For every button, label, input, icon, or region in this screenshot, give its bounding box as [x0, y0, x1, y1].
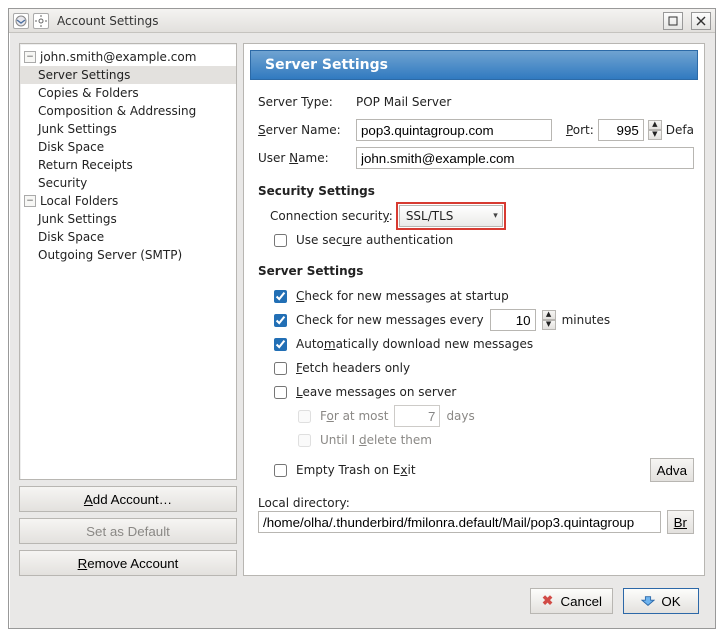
secure-auth-checkbox[interactable]: [274, 234, 287, 247]
tree-item-local-junk[interactable]: Junk Settings: [20, 210, 236, 228]
user-name-input[interactable]: [356, 147, 694, 169]
close-button[interactable]: [691, 12, 711, 30]
for-at-most-checkbox: [298, 410, 311, 423]
until-delete-checkbox: [298, 434, 311, 447]
server-type-label: Server Type:: [258, 95, 350, 109]
server-name-input[interactable]: [356, 119, 552, 141]
accounts-sidebar: − john.smith@example.com Server Settings…: [19, 43, 237, 576]
collapse-icon[interactable]: −: [24, 51, 36, 63]
dialog-button-row: ✖ Cancel OK: [19, 584, 705, 618]
check-interval-input[interactable]: [490, 309, 536, 331]
tree-item-security[interactable]: Security: [20, 174, 236, 192]
tree-item-copies-folders[interactable]: Copies & Folders: [20, 84, 236, 102]
tree-item-server-settings[interactable]: Server Settings: [20, 66, 236, 84]
tree-item-disk-space[interactable]: Disk Space: [20, 138, 236, 156]
interval-down-button[interactable]: ▼: [542, 320, 556, 330]
empty-trash-label: Empty Trash on Exit: [296, 463, 416, 477]
account-settings-window: Account Settings − john.smith@example.co…: [8, 8, 716, 629]
remove-account-button[interactable]: Remove Account: [19, 550, 237, 576]
for-at-most-label-post: days: [446, 409, 474, 423]
ok-button[interactable]: OK: [623, 588, 699, 614]
connection-security-select[interactable]: SSL/TLS ▾: [399, 205, 503, 227]
tree-item-local-disk[interactable]: Disk Space: [20, 228, 236, 246]
port-label: Port:: [566, 123, 594, 137]
auto-download-checkbox[interactable]: [274, 338, 287, 351]
server-settings-heading: Server Settings: [258, 264, 694, 278]
app-icon: [13, 13, 29, 29]
account-node[interactable]: − john.smith@example.com: [20, 48, 236, 66]
connection-security-label: Connection security:: [270, 209, 393, 223]
collapse-icon[interactable]: −: [24, 195, 36, 207]
titlebar: Account Settings: [9, 9, 715, 33]
fetch-headers-checkbox[interactable]: [274, 362, 287, 375]
tree-item-return-receipts[interactable]: Return Receipts: [20, 156, 236, 174]
local-directory-input[interactable]: [258, 511, 661, 533]
check-interval-label-pre: Check for new messages every: [296, 313, 484, 327]
browse-button[interactable]: Br: [667, 510, 694, 534]
cancel-icon: ✖: [541, 594, 555, 608]
secure-auth-label: Use secure authentication: [296, 233, 453, 247]
interval-up-button[interactable]: ▲: [542, 310, 556, 320]
interval-spinner[interactable]: ▲ ▼: [542, 310, 556, 330]
port-up-button[interactable]: ▲: [648, 120, 662, 130]
check-interval-label-post: minutes: [562, 313, 611, 327]
ok-icon: [641, 594, 655, 608]
tree-item-outgoing-smtp[interactable]: Outgoing Server (SMTP): [20, 246, 236, 264]
settings-panel: Server Settings Server Type: POP Mail Se…: [243, 43, 705, 576]
leave-on-server-checkbox[interactable]: [274, 386, 287, 399]
tree-item-composition[interactable]: Composition & Addressing: [20, 102, 236, 120]
maximize-button[interactable]: [663, 12, 683, 30]
empty-trash-checkbox[interactable]: [274, 464, 287, 477]
port-input[interactable]: [598, 119, 644, 141]
until-delete-label: Until I delete them: [320, 433, 432, 447]
check-startup-label: Check for new messages at startup: [296, 289, 509, 303]
port-spinner[interactable]: ▲ ▼: [648, 120, 662, 140]
chevron-down-icon: ▾: [493, 211, 498, 221]
fetch-headers-label: Fetch headers only: [296, 361, 410, 375]
local-folders-node[interactable]: − Local Folders: [20, 192, 236, 210]
check-interval-checkbox[interactable]: [274, 314, 287, 327]
user-name-label: User Name:: [258, 151, 350, 165]
server-name-label: Server Name:: [258, 123, 350, 137]
for-at-most-label-pre: For at most: [320, 409, 388, 423]
window-title: Account Settings: [53, 14, 659, 28]
set-default-button: Set as Default: [19, 518, 237, 544]
cancel-button[interactable]: ✖ Cancel: [530, 588, 614, 614]
security-settings-heading: Security Settings: [258, 184, 694, 198]
advanced-button[interactable]: Adva: [650, 458, 694, 482]
port-default-label: Defa: [666, 123, 694, 137]
local-directory-label: Local directory:: [258, 496, 350, 510]
accounts-tree[interactable]: − john.smith@example.com Server Settings…: [19, 43, 237, 480]
tree-item-junk[interactable]: Junk Settings: [20, 120, 236, 138]
for-at-most-input: [394, 405, 440, 427]
auto-download-label: Automatically download new messages: [296, 337, 533, 351]
add-account-button[interactable]: Add Account…: [19, 486, 237, 512]
server-type-value: POP Mail Server: [356, 95, 451, 109]
port-down-button[interactable]: ▼: [648, 130, 662, 140]
leave-on-server-label: Leave messages on server: [296, 385, 456, 399]
panel-title: Server Settings: [250, 50, 698, 80]
check-startup-checkbox[interactable]: [274, 290, 287, 303]
settings-glyph-icon: [33, 13, 49, 29]
